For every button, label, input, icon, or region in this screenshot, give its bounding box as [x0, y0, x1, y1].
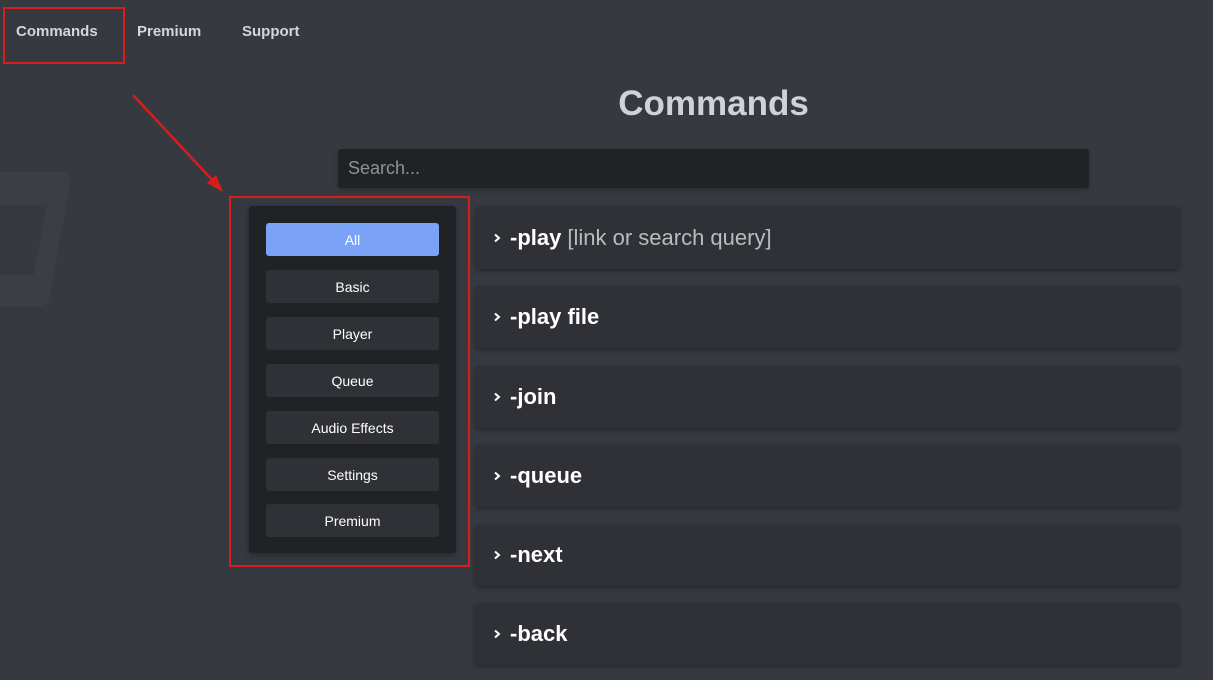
command-name: -queue	[510, 463, 583, 488]
nav-commands-link[interactable]: Commands	[16, 23, 98, 40]
category-premium-button[interactable]: Premium	[266, 504, 439, 537]
category-audio-effects-button[interactable]: Audio Effects	[266, 411, 439, 444]
chevron-right-icon	[494, 629, 501, 639]
nav-premium-link[interactable]: Premium	[137, 23, 201, 40]
command-name: -play	[510, 225, 562, 250]
search-input[interactable]	[338, 149, 1089, 188]
category-panel: All Basic Player Queue Audio Effects Set…	[249, 206, 456, 553]
chevron-right-icon	[494, 233, 501, 243]
nav-support-link[interactable]: Support	[242, 23, 300, 40]
command-name: -next	[510, 542, 563, 567]
command-name: -back	[510, 621, 568, 646]
chevron-right-icon	[494, 392, 501, 402]
category-basic-button[interactable]: Basic	[266, 270, 439, 303]
command-item-next[interactable]: -next	[475, 524, 1180, 586]
chevron-right-icon	[494, 471, 501, 481]
command-item-back[interactable]: -back	[475, 603, 1180, 665]
command-item-queue[interactable]: -queue	[475, 445, 1180, 507]
category-settings-button[interactable]: Settings	[266, 458, 439, 491]
chevron-right-icon	[494, 550, 501, 560]
command-name: -play file	[510, 304, 600, 329]
category-player-button[interactable]: Player	[266, 317, 439, 350]
chevron-right-icon	[494, 312, 501, 322]
category-all-button[interactable]: All	[266, 223, 439, 256]
command-item-join[interactable]: -join	[475, 366, 1180, 428]
category-queue-button[interactable]: Queue	[266, 364, 439, 397]
command-item-play[interactable]: -play [link or search query]	[475, 207, 1180, 269]
page-title: Commands	[618, 84, 809, 123]
command-args: [link or search query]	[567, 225, 772, 250]
command-item-play-file[interactable]: -play file	[475, 286, 1180, 348]
background-watermark-cutout	[0, 205, 47, 275]
background-music-note-watermark	[0, 172, 72, 307]
command-name: -join	[510, 384, 557, 409]
